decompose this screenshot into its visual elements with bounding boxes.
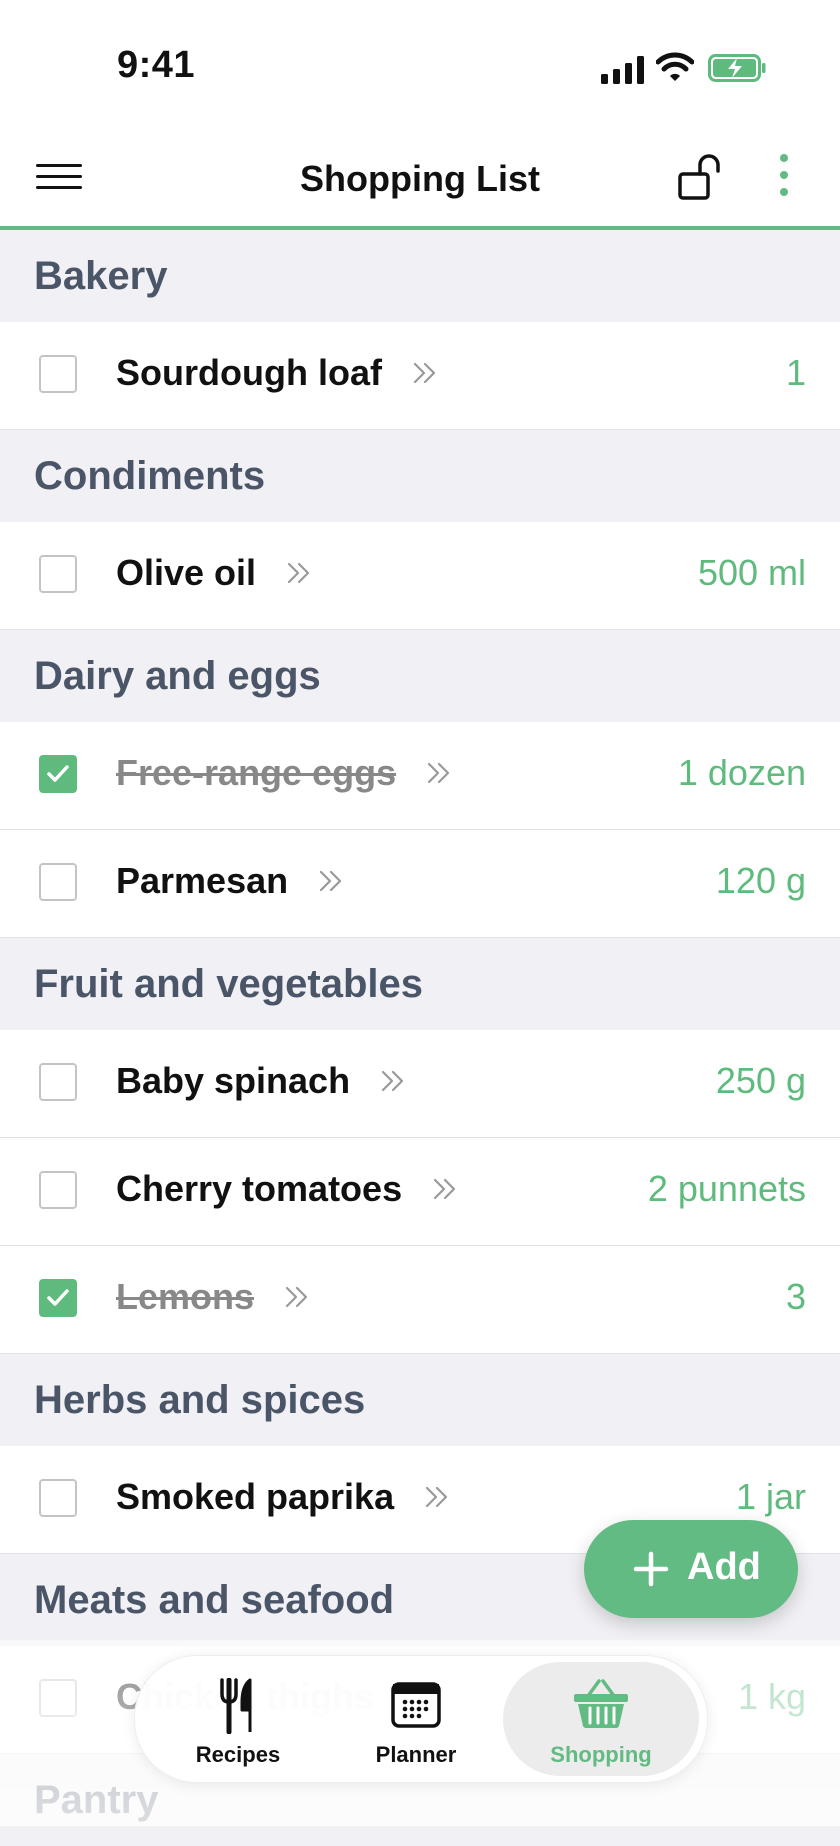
item-name: Olive oil xyxy=(116,552,257,593)
wifi-icon xyxy=(656,52,694,81)
list-item[interactable]: Free-range eggs 1 dozen xyxy=(0,722,840,830)
calendar-icon xyxy=(391,1682,441,1728)
item-name-group: Parmesan xyxy=(116,860,344,902)
list-item[interactable]: Sourdough loaf 1 xyxy=(0,322,840,430)
item-name: Cherry tomatoes xyxy=(116,1168,403,1209)
fork-knife-icon xyxy=(220,1678,252,1734)
list-item[interactable]: Olive oil 500 ml xyxy=(0,522,840,630)
double-chevron-right-icon[interactable] xyxy=(284,1285,310,1309)
double-chevron-right-icon[interactable] xyxy=(380,1069,406,1093)
item-checkbox[interactable] xyxy=(39,1479,77,1517)
bottom-tab-bar: Recipes Planner Shopping xyxy=(134,1655,708,1783)
section-header: Condiments xyxy=(0,430,840,522)
item-name-group: Free-range eggs xyxy=(116,752,452,794)
list-item[interactable]: Baby spinach 250 g xyxy=(0,1030,840,1138)
item-name: Sourdough loaf xyxy=(116,352,382,393)
item-checkbox[interactable] xyxy=(39,355,77,393)
item-name: Parmesan xyxy=(116,860,289,901)
item-name: Lemons xyxy=(116,1276,255,1317)
cellular-signal-icon xyxy=(601,56,644,84)
list-item[interactable]: Parmesan 120 g xyxy=(0,830,840,938)
item-name-group: Baby spinach xyxy=(116,1060,406,1102)
double-chevron-right-icon[interactable] xyxy=(286,561,312,585)
add-button-label: Add xyxy=(687,1546,761,1588)
battery-charging-icon xyxy=(708,54,766,82)
section-header: Herbs and spices xyxy=(0,1354,840,1446)
tab-label-recipes: Recipes xyxy=(195,1742,281,1767)
item-name-group: Olive oil xyxy=(116,552,312,594)
item-checkbox[interactable] xyxy=(39,863,77,901)
more-options-icon[interactable] xyxy=(770,154,798,204)
item-quantity: 1 dozen xyxy=(677,752,806,793)
section-header: Fruit and vegetables xyxy=(0,938,840,1030)
checkmark-icon xyxy=(47,1289,69,1306)
hamburger-menu-icon[interactable] xyxy=(36,164,82,194)
item-name-group: Smoked paprika xyxy=(116,1476,450,1518)
section-title: Pantry xyxy=(34,1778,159,1822)
section-title: Meats and seafood xyxy=(34,1578,395,1622)
item-name: Free-range eggs xyxy=(116,752,397,793)
plus-icon xyxy=(633,1551,669,1587)
item-checkbox[interactable] xyxy=(39,555,77,593)
item-name: Smoked paprika xyxy=(116,1476,395,1517)
status-bar: 9:41 xyxy=(0,0,840,130)
section-title: Herbs and spices xyxy=(34,1378,366,1422)
item-checkbox[interactable] xyxy=(39,1679,77,1717)
item-name-group: Sourdough loaf xyxy=(116,352,438,394)
item-quantity: 1 jar xyxy=(735,1476,806,1517)
checkmark-icon xyxy=(47,765,69,782)
section-title: Fruit and vegetables xyxy=(34,962,423,1006)
item-name: Baby spinach xyxy=(116,1060,351,1101)
item-quantity: 250 g xyxy=(715,1060,806,1101)
item-quantity: 2 punnets xyxy=(647,1168,806,1209)
tab-recipes[interactable]: Recipes xyxy=(153,1662,323,1776)
double-chevron-right-icon[interactable] xyxy=(432,1177,458,1201)
section-title: Condiments xyxy=(34,454,266,498)
item-name-group: Lemons xyxy=(116,1276,310,1318)
list-item[interactable]: Lemons 3 xyxy=(0,1246,840,1354)
item-checkbox[interactable] xyxy=(39,755,77,793)
app-header: Shopping List xyxy=(0,130,840,230)
item-checkbox[interactable] xyxy=(39,1063,77,1101)
item-quantity: 3 xyxy=(785,1276,806,1317)
double-chevron-right-icon[interactable] xyxy=(424,1485,450,1509)
section-title: Dairy and eggs xyxy=(34,654,321,698)
item-name-group: Cherry tomatoes xyxy=(116,1168,458,1210)
item-quantity: 120 g xyxy=(715,860,806,901)
status-time: 9:41 xyxy=(117,44,196,86)
item-quantity: 1 xyxy=(785,352,806,393)
add-item-button[interactable]: Add xyxy=(584,1520,798,1618)
list-item[interactable]: Cherry tomatoes 2 punnets xyxy=(0,1138,840,1246)
tab-planner[interactable]: Planner xyxy=(331,1662,501,1776)
tab-shopping[interactable]: Shopping xyxy=(503,1662,699,1776)
double-chevron-right-icon[interactable] xyxy=(318,869,344,893)
item-checkbox[interactable] xyxy=(39,1171,77,1209)
section-title: Bakery xyxy=(34,254,168,298)
double-chevron-right-icon[interactable] xyxy=(426,761,452,785)
item-quantity: 500 ml xyxy=(697,552,806,593)
section-header: Dairy and eggs xyxy=(0,630,840,722)
section-header: Bakery xyxy=(0,230,840,322)
item-checkbox[interactable] xyxy=(39,1279,77,1317)
basket-icon xyxy=(574,1679,628,1728)
tab-label-shopping: Shopping xyxy=(550,1742,652,1767)
unlocked-padlock-icon[interactable] xyxy=(678,154,724,202)
double-chevron-right-icon[interactable] xyxy=(412,361,438,385)
tab-label-planner: Planner xyxy=(375,1742,457,1767)
item-quantity: 1 kg xyxy=(737,1676,806,1717)
